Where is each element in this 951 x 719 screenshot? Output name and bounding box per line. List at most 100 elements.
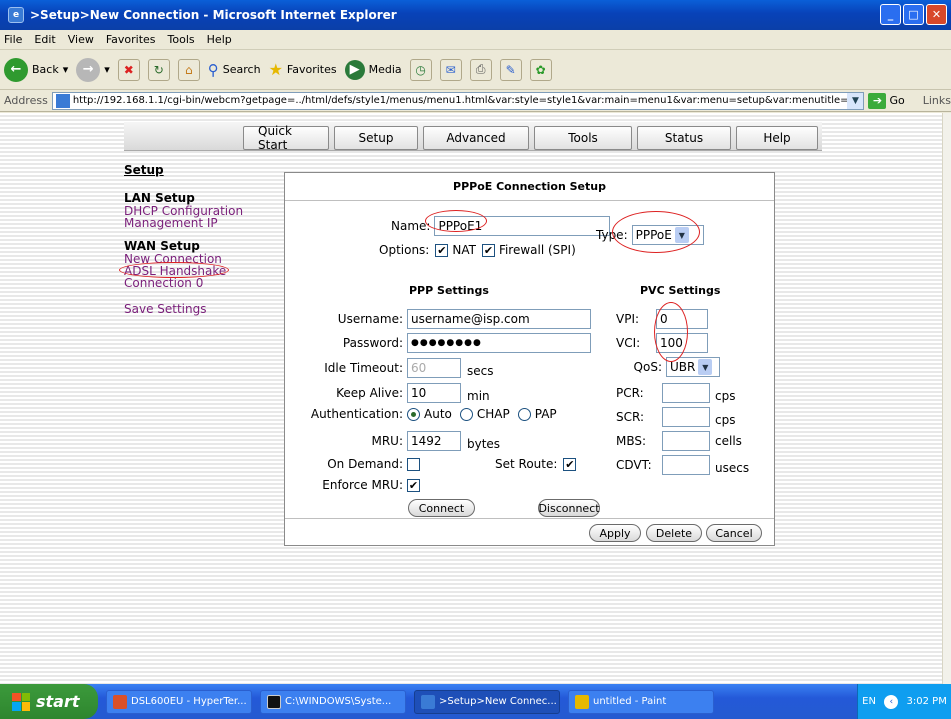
chevron-down-icon: ▼ xyxy=(674,227,689,243)
task-ie-setup[interactable]: >Setup>New Connec... xyxy=(414,689,560,714)
media-button[interactable]: ▶ Media xyxy=(344,59,402,80)
menu-view[interactable]: View xyxy=(68,33,94,46)
vertical-scrollbar[interactable] xyxy=(942,113,951,684)
minimize-button[interactable]: _ xyxy=(880,4,901,25)
tab-tools[interactable]: Tools xyxy=(534,126,632,150)
tray-arrow-icon[interactable]: ‹ xyxy=(884,694,899,709)
on-demand-checkbox[interactable] xyxy=(407,457,420,471)
password-label: Password: xyxy=(342,336,403,350)
nat-label: NAT xyxy=(452,243,476,257)
star-icon: ★ xyxy=(268,60,283,79)
close-button[interactable]: ✕ xyxy=(926,4,947,25)
firewall-checkbox[interactable]: ✔ xyxy=(481,243,495,257)
mail-icon[interactable]: ✉ xyxy=(439,58,462,81)
cmd-icon xyxy=(267,694,281,709)
sidebar-item-management-ip[interactable]: Management IP xyxy=(124,217,264,229)
history-icon[interactable]: ◷ xyxy=(409,58,432,81)
firewall-label: Firewall (SPI) xyxy=(498,243,576,257)
scr-input[interactable] xyxy=(662,407,710,427)
windows-logo-icon xyxy=(12,692,30,711)
address-dropdown-icon[interactable]: ▼ xyxy=(847,92,864,109)
window-title-bar[interactable]: e >Setup>New Connection - Microsoft Inte… xyxy=(0,0,951,30)
pcr-input[interactable] xyxy=(662,383,710,403)
enforce-mru-label: Enforce MRU: xyxy=(322,478,403,492)
mru-input[interactable]: 1492 xyxy=(407,431,461,451)
top-nav: Quick Start Setup Advanced Tools Status … xyxy=(124,122,822,152)
sidebar-setup-heading[interactable]: Setup xyxy=(124,163,264,177)
auth-chap-radio[interactable] xyxy=(459,407,473,421)
links-button[interactable]: Links xyxy=(923,94,951,107)
menu-help[interactable]: Help xyxy=(207,33,232,46)
pvc-settings-heading: PVC Settings xyxy=(640,284,721,297)
home-icon[interactable]: ⌂ xyxy=(177,58,200,81)
idle-timeout-unit: secs xyxy=(467,364,494,378)
search-button[interactable]: ⚲ Search xyxy=(208,61,261,79)
connect-button[interactable]: Connect xyxy=(408,499,475,517)
vpi-input[interactable]: 0 xyxy=(656,309,708,329)
vci-input[interactable]: 100 xyxy=(656,333,708,353)
sidebar: Setup LAN Setup DHCP Configuration Manag… xyxy=(124,163,264,315)
hyperterminal-icon xyxy=(113,694,127,709)
sidebar-save-settings[interactable]: Save Settings xyxy=(124,303,264,315)
address-label: Address xyxy=(4,94,48,107)
maximize-button[interactable]: □ xyxy=(903,4,924,25)
qos-select[interactable]: UBR ▼ xyxy=(666,357,720,377)
back-button[interactable]: ← Back ▾ xyxy=(4,57,68,82)
name-input[interactable]: PPPoE1 xyxy=(434,216,611,236)
address-input[interactable]: http://192.168.1.1/cgi-bin/webcm?getpage… xyxy=(51,91,865,110)
language-indicator[interactable]: EN xyxy=(862,696,876,707)
type-label: Type: xyxy=(596,228,628,242)
nat-checkbox[interactable]: ✔ xyxy=(435,243,449,257)
messenger-icon[interactable]: ✿ xyxy=(529,58,552,81)
back-arrow-icon: ← xyxy=(4,57,28,82)
favorites-button[interactable]: ★ Favorites xyxy=(269,60,337,79)
refresh-icon[interactable]: ↻ xyxy=(147,58,170,81)
tab-quick-start[interactable]: Quick Start xyxy=(243,124,329,152)
task-paint[interactable]: untitled - Paint xyxy=(568,689,714,714)
cdvt-input[interactable] xyxy=(662,455,710,475)
auth-auto-radio[interactable] xyxy=(407,407,420,421)
mbs-unit: cells xyxy=(715,434,742,448)
tab-setup[interactable]: Setup xyxy=(334,126,418,150)
menu-file[interactable]: File xyxy=(4,33,22,46)
menu-favorites[interactable]: Favorites xyxy=(106,33,156,46)
print-icon[interactable]: ⎙ xyxy=(469,58,492,81)
cancel-button[interactable]: Cancel xyxy=(706,524,762,542)
auth-pap-radio[interactable] xyxy=(517,407,531,421)
clock: 3:02 PM xyxy=(906,696,947,707)
apply-button[interactable]: Apply xyxy=(589,524,641,542)
browser-toolbar: ← Back ▾ → ▾ ✖ ↻ ⌂ ⚲ Search ★ Favorites ▶ … xyxy=(0,50,951,90)
username-input[interactable]: username@isp.com xyxy=(407,309,591,329)
sidebar-item-connection-0[interactable]: Connection 0 xyxy=(124,277,264,289)
taskbar: start DSL600EU - HyperTer... C:\WINDOWS\… xyxy=(0,684,951,719)
tab-advanced[interactable]: Advanced xyxy=(423,126,529,150)
tab-help[interactable]: Help xyxy=(736,126,818,150)
menu-tools[interactable]: Tools xyxy=(168,33,195,46)
task-hyperterminal[interactable]: DSL600EU - HyperTer... xyxy=(106,689,252,714)
password-input[interactable]: ●●●●●●●● xyxy=(407,333,591,353)
ie-icon xyxy=(421,694,435,709)
window-title: >Setup>New Connection - Microsoft Intern… xyxy=(30,8,397,22)
vci-label: VCI: xyxy=(616,336,641,350)
go-button[interactable]: ➔ Go xyxy=(868,92,905,109)
idle-timeout-input[interactable]: 60 xyxy=(407,358,461,378)
forward-button[interactable]: → ▾ xyxy=(76,57,110,82)
keep-alive-input[interactable]: 10 xyxy=(407,383,461,403)
edit-icon[interactable]: ✎ xyxy=(499,58,522,81)
forward-arrow-icon: → xyxy=(76,57,101,82)
task-cmd[interactable]: C:\WINDOWS\Syste... xyxy=(260,689,406,714)
menu-edit[interactable]: Edit xyxy=(34,33,55,46)
mbs-input[interactable] xyxy=(662,431,710,451)
address-bar: Address http://192.168.1.1/cgi-bin/webcm… xyxy=(0,90,951,112)
stop-icon[interactable]: ✖ xyxy=(117,58,140,81)
enforce-mru-checkbox[interactable]: ✔ xyxy=(407,478,420,492)
type-select[interactable]: PPPoE ▼ xyxy=(631,225,704,245)
set-route-checkbox[interactable]: ✔ xyxy=(563,457,577,471)
mru-label: MRU: xyxy=(371,434,403,448)
cdvt-unit: usecs xyxy=(715,461,750,475)
mru-unit: bytes xyxy=(467,437,501,451)
delete-button[interactable]: Delete xyxy=(646,524,702,542)
start-button[interactable]: start xyxy=(0,684,98,719)
disconnect-button[interactable]: Disconnect xyxy=(538,499,600,517)
tab-status[interactable]: Status xyxy=(637,126,731,150)
